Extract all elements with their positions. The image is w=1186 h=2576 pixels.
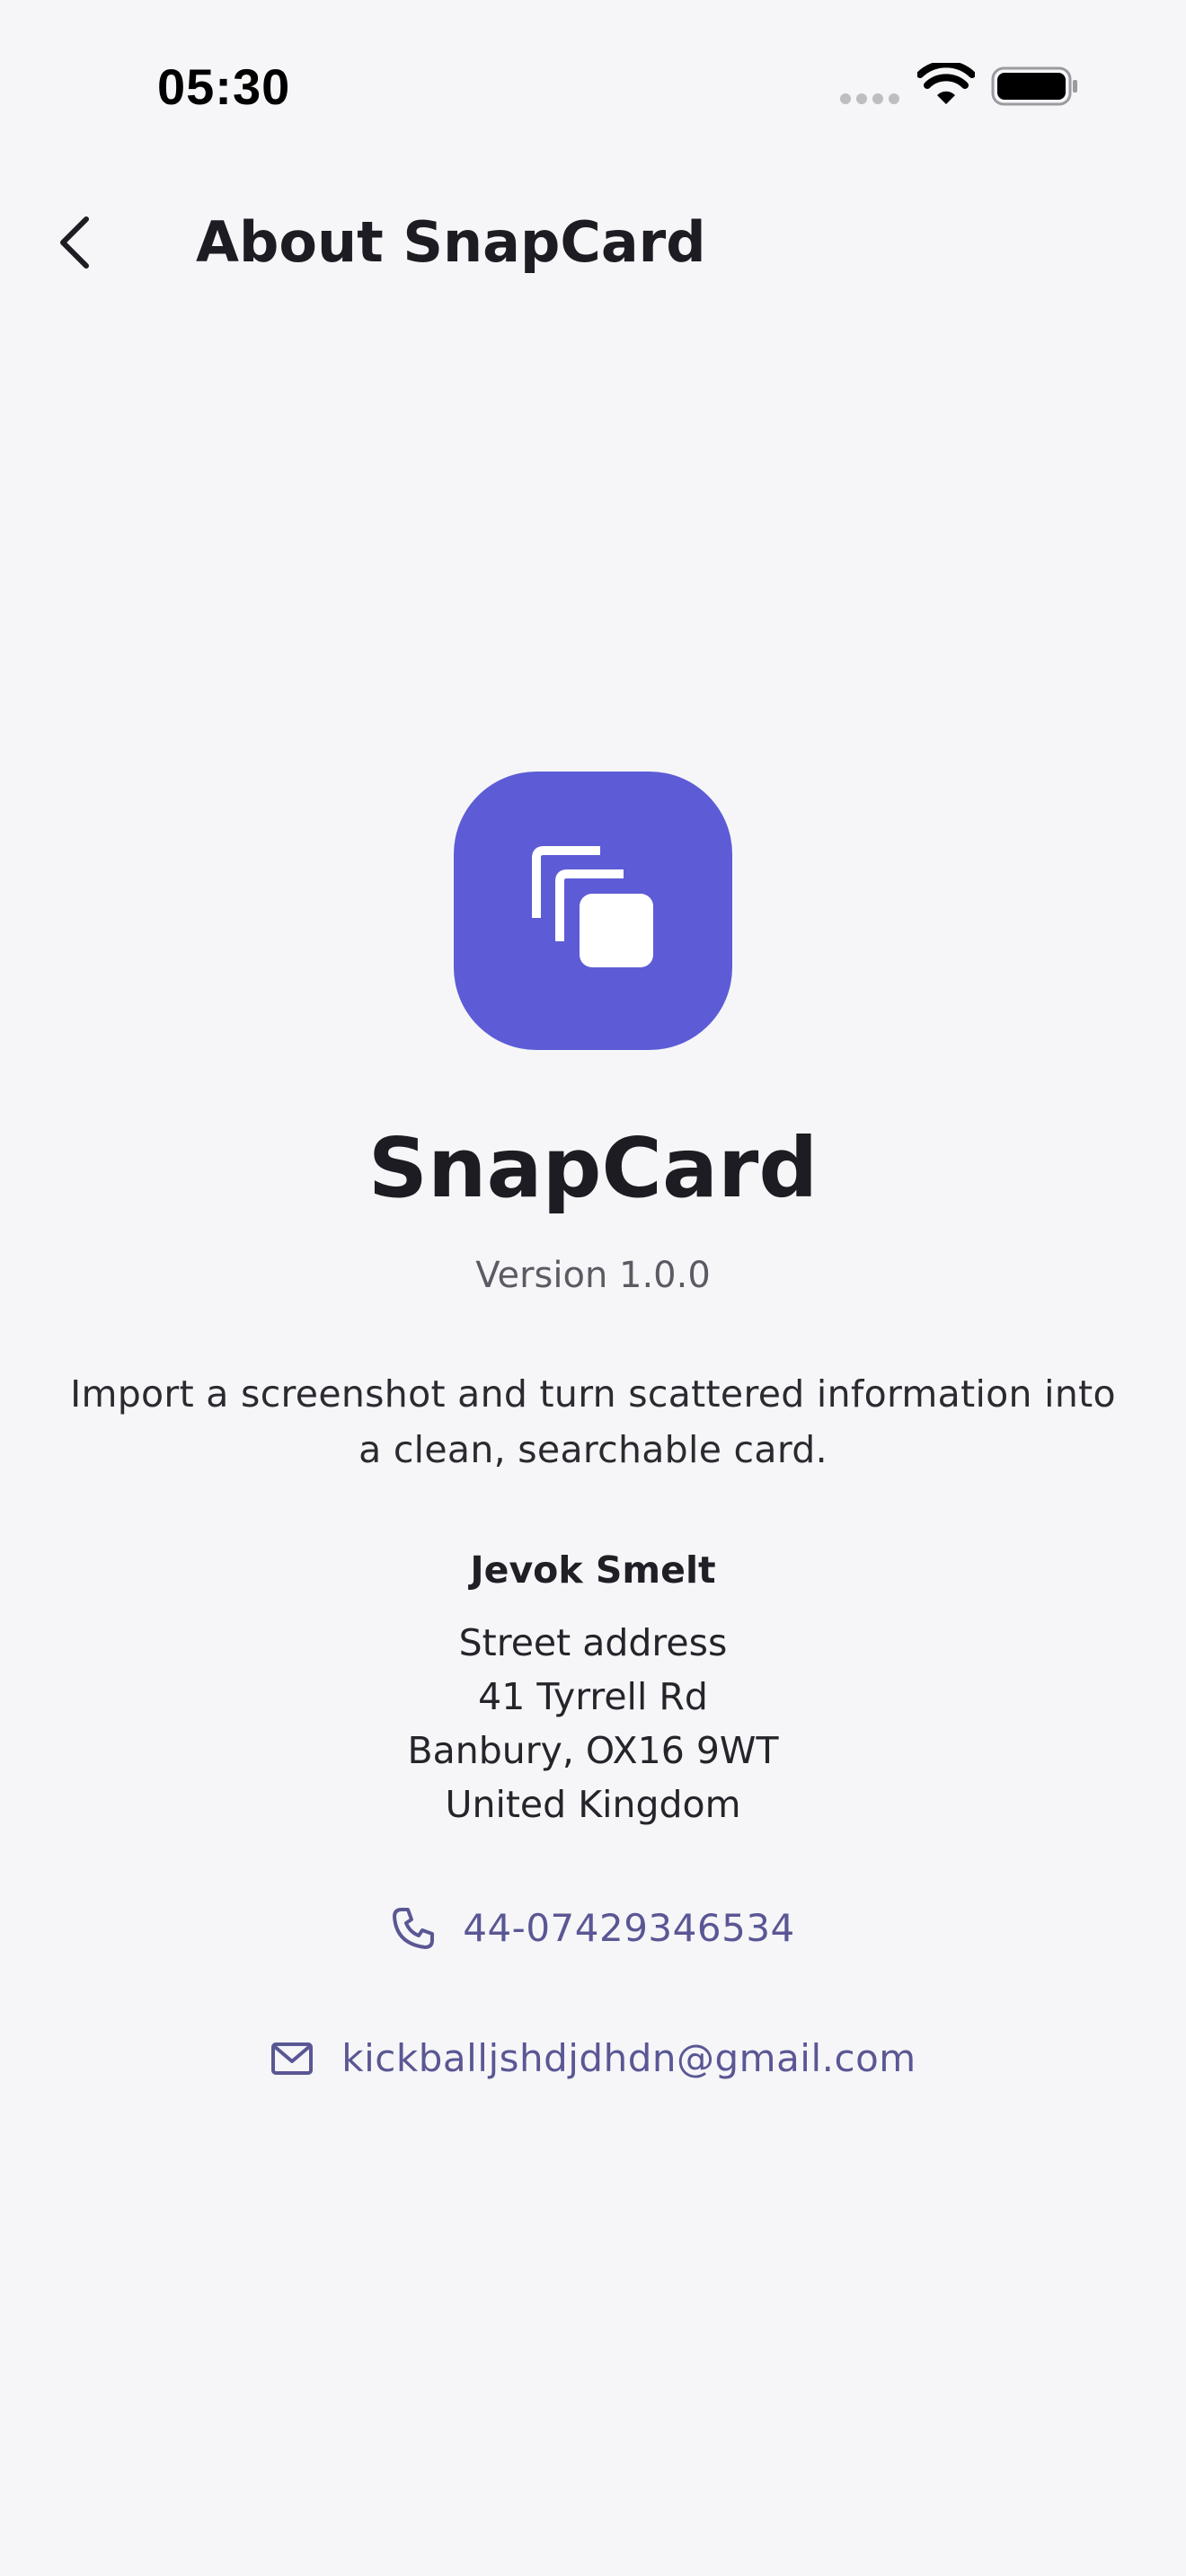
status-time: 05:30 [157,58,291,115]
address-line: United Kingdom [445,1783,741,1826]
address-line: 41 Tyrrell Rd [478,1675,708,1718]
stacked-cards-icon [532,846,653,967]
phone-number: 44-07429346534 [463,1906,795,1950]
status-bar: 05:30 [0,0,1186,171]
cellular-signal-icon [840,93,899,104]
battery-icon [991,66,1077,106]
address-line: Banbury, OX16 9WT [407,1729,779,1772]
email-link[interactable]: kickballjshdjdhdn@gmail.com [0,2027,1186,2090]
page-title: About SnapCard [196,209,706,275]
email-address: kickballjshdjdhdn@gmail.com [341,2036,916,2080]
app-header: About SnapCard [0,180,1186,305]
phone-icon [391,1906,436,1951]
mail-icon [270,2036,314,2081]
phone-link[interactable]: 44-07429346534 [0,1897,1186,1960]
back-button[interactable] [36,202,117,283]
address-line: Street address [458,1621,728,1664]
app-icon [454,772,732,1050]
developer-name: Jevok Smelt [470,1548,716,1592]
app-name: SnapCard [367,1120,819,1216]
chevron-left-icon [60,216,89,269]
wifi-icon [917,63,975,104]
app-description: Import a screenshot and turn scattered i… [70,1372,1116,1471]
app-version: Version 1.0.0 [475,1255,711,1296]
